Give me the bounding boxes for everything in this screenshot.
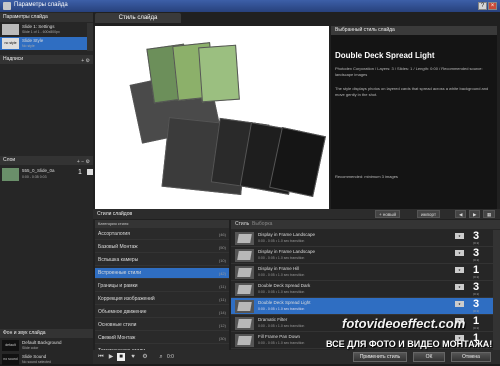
slide-style-item[interactable]: no style Slide Style No style xyxy=(0,37,87,50)
style-info-header: Выбранный стиль слайда xyxy=(331,26,497,35)
style-preview xyxy=(95,26,329,212)
category-header: Категория стиля xyxy=(95,220,229,228)
watermark-slogan: ВСЕ ДЛЯ ФОТО И ВИДЕО МОНТАЖА! xyxy=(326,339,493,349)
style-row[interactable]: Double Deck Spread Dark 0:00 - 0:05 • 1.0… xyxy=(231,281,493,298)
style-thumb xyxy=(235,283,254,296)
zoom-value: 0:0 xyxy=(167,354,174,360)
captions-header: Надписи + ⚙ xyxy=(0,55,93,64)
item-sub: 0:00 - 0:35 0:03 xyxy=(22,175,47,179)
help-button[interactable]: ? xyxy=(478,2,487,10)
style-row[interactable]: Display in Frame Hill 0:00 - 0:05 • 1.0 s… xyxy=(231,264,493,281)
tab-slide-style[interactable]: Стиль слайда xyxy=(95,13,181,23)
window-titlebar: Параметры слайда ? × xyxy=(0,0,500,12)
next-icon[interactable]: ▶ xyxy=(469,210,481,218)
zoom-icon[interactable]: ⌕ xyxy=(157,353,165,361)
category-item[interactable]: Свежий Монтаж (30) xyxy=(95,333,229,344)
prev-slide-icon[interactable]: ⏮ xyxy=(97,353,105,361)
preview-card xyxy=(198,44,240,103)
import-button[interactable]: импорт xyxy=(417,210,441,218)
grid-icon[interactable]: ▦ xyxy=(483,210,496,218)
bg-thumbnail: default xyxy=(2,340,19,351)
style-description: Photodex Corporation / Layers: 3 / Slide… xyxy=(335,66,483,77)
item-label: Default Background xyxy=(22,340,62,345)
stop-icon[interactable]: ■ xyxy=(117,353,125,361)
item-label: Slide Sound xyxy=(22,354,47,359)
style-row[interactable]: Display in Frame Landscape 0:00 - 0:05 • … xyxy=(231,230,493,247)
category-item[interactable]: Основные стили (12) xyxy=(95,320,229,331)
item-label: Slide 1: Settings xyxy=(22,24,55,29)
style-name: Double Deck Spread Light xyxy=(335,51,435,60)
add-caption-icon[interactable]: + ⚙ xyxy=(81,57,90,66)
left-panel: Параметры слайда Slide 1: Settings Slide… xyxy=(0,12,93,366)
style-requirement: Recommended: minimum 3 images xyxy=(335,174,398,179)
style-scrollbar[interactable] xyxy=(493,230,500,350)
new-style-button[interactable]: + новый xyxy=(375,210,401,218)
item-sub: No sound selected xyxy=(22,360,51,364)
item-label: Slide Style xyxy=(22,38,44,43)
apply-style-button[interactable]: Применить стиль xyxy=(353,352,407,362)
main-panel: Стиль слайда Выбранный стиль слайда Doub… xyxy=(93,12,500,364)
search-field[interactable]: Выборка xyxy=(252,221,272,227)
layer-item[interactable]: 555_0_Slide_0a 0:00 - 0:35 0:03 1 xyxy=(0,167,87,183)
window-title: Параметры слайда xyxy=(14,2,68,8)
style-row-selected[interactable]: Double Deck Spread Light 0:00 - 0:05 • 1.… xyxy=(231,298,493,315)
styles-header: Стили слайдов + новый импорт ◀ ▶ ▦ xyxy=(93,209,500,219)
category-item[interactable]: Вспышка камеры (10) xyxy=(95,255,229,266)
favorite-icon[interactable]: ★ xyxy=(455,301,464,307)
styles-label: Стили слайдов xyxy=(97,211,133,217)
settings-icon[interactable]: ⚙ xyxy=(141,353,149,361)
ok-button[interactable]: ОК xyxy=(413,352,445,362)
category-item[interactable]: Коррекция изображений (11) xyxy=(95,294,229,305)
sound-thumbnail: no sound xyxy=(2,354,19,365)
category-item[interactable]: Объемное движение (14) xyxy=(95,307,229,318)
watermark-site: fotovideoeffect.com xyxy=(342,316,466,331)
item-sub: Slide color xyxy=(22,346,39,350)
bg-item[interactable]: default Default Background Slide color xyxy=(0,339,87,352)
prev-icon[interactable]: ◀ xyxy=(455,210,467,218)
favorite-icon[interactable]: ★ xyxy=(455,233,464,239)
item-sub: Slide 1 of 1 - 600x800px xyxy=(22,30,60,34)
background-header: Фон и звук слайда xyxy=(0,329,93,338)
category-item[interactable]: Границы и рамки (11) xyxy=(95,281,229,292)
close-button[interactable]: × xyxy=(488,2,497,10)
style-thumb xyxy=(235,232,254,245)
style-thumb xyxy=(235,249,254,262)
style-thumbnail: no style xyxy=(2,38,19,49)
add-layer-icon[interactable]: + − ⚙ xyxy=(77,158,90,167)
slide-thumbnail xyxy=(2,24,19,35)
style-list-header: Стиль Выборка xyxy=(231,220,500,229)
favorite-icon[interactable]: ★ xyxy=(455,267,464,273)
style-thumb xyxy=(235,317,254,330)
favorite-icon[interactable]: ★ xyxy=(455,250,464,256)
layer-thumbnail xyxy=(2,168,19,181)
style-row[interactable]: Display in Frame Landscape 0:00 - 0:05 • … xyxy=(231,247,493,264)
cancel-button[interactable]: Отмена xyxy=(451,352,491,362)
slide-params-header: Параметры слайда xyxy=(0,13,93,22)
sound-item[interactable]: no sound Slide Sound No sound selected xyxy=(0,353,87,366)
category-list: Категория стиля Ассорталогия (46) Базовый… xyxy=(95,220,229,362)
layers-header: Слои + − ⚙ xyxy=(0,156,93,165)
item-label: 555_0_Slide_0a xyxy=(22,168,55,173)
category-item[interactable]: Ассорталогия (46) xyxy=(95,229,229,240)
footer-bar: ⏮ ▶ ■ ♥ ⚙ ⌕ 0:0 Применить стиль ОК Отмен… xyxy=(93,350,500,364)
item-sub: No style xyxy=(22,44,35,48)
category-item[interactable]: Встроенные стили (42) xyxy=(95,268,229,279)
app-icon xyxy=(3,2,11,10)
style-thumb xyxy=(235,300,254,313)
style-thumb xyxy=(235,334,254,347)
slide-settings-item[interactable]: Slide 1: Settings Slide 1 of 1 - 600x800… xyxy=(0,23,87,36)
play-icon[interactable]: ▶ xyxy=(107,353,115,361)
style-thumb xyxy=(235,266,254,279)
layer-number: 1 xyxy=(78,169,82,176)
favorite-icon[interactable]: ★ xyxy=(455,284,464,290)
favorite-icon[interactable]: ♥ xyxy=(129,353,137,361)
category-item[interactable]: Базовый Монтаж (50) xyxy=(95,242,229,253)
style-info-panel: Выбранный стиль слайда Double Deck Sprea… xyxy=(331,26,497,212)
style-description-2: The style displays photos on layered car… xyxy=(335,86,489,97)
